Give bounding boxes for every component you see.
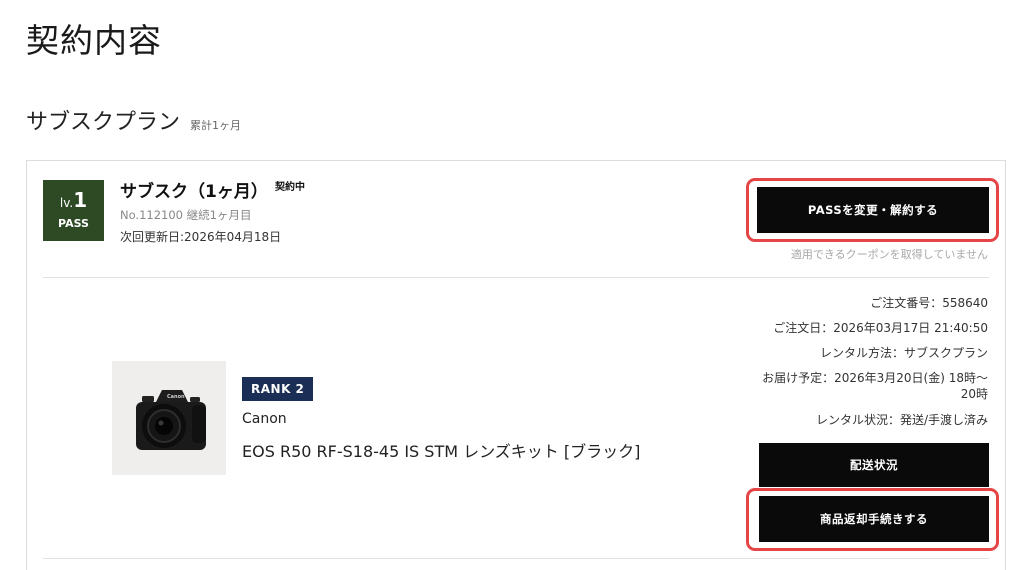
delivery-schedule-cont: 20時: [960, 387, 988, 401]
rental-method: レンタル方法：サブスクプラン: [819, 346, 988, 360]
pass-level-badge: lv.1 PASS: [43, 180, 104, 241]
pass-level-prefix: lv.: [59, 196, 74, 210]
pass-label: PASS: [58, 217, 89, 230]
page-title: 契約内容: [26, 21, 162, 60]
plan-status: 契約中: [275, 182, 305, 193]
pass-level-number: 1: [73, 188, 88, 212]
plan-section-header: サブスクプラン 累計1ヶ月: [26, 104, 241, 136]
rank-badge: RANK 2: [242, 377, 314, 401]
card-divider: [43, 277, 989, 278]
camera-icon: Canon: [136, 390, 206, 450]
coupon-note: 適用できるクーポンを取得していません: [790, 248, 988, 261]
next-renewal-date: 次回更新日:2026年04月18日: [120, 230, 282, 244]
delivery-schedule: お届け予定：2026年3月20日(金) 18時〜: [762, 371, 988, 385]
rental-status: レンタル状況：発送/手渡し済み: [815, 413, 988, 427]
product-image: Canon: [112, 361, 226, 475]
order-date: ご注文日：2026年03月17日 21:40:50: [773, 321, 988, 335]
change-pass-button[interactable]: PASSを変更・解約する: [757, 187, 989, 233]
card-bottom-divider: [43, 558, 989, 559]
plan-section-title: サブスクプラン: [26, 110, 181, 135]
order-number: ご注文番号：558640: [870, 296, 988, 310]
plan-section-subtitle: 累計1ヶ月: [190, 119, 242, 132]
plan-name: サブスク（1ヶ月）: [120, 182, 268, 202]
product-name: EOS R50 RF-S18-45 IS STM レンズキット [ブラック]: [242, 442, 641, 461]
product-brand: Canon: [242, 411, 287, 427]
camera-logo: Canon: [167, 394, 185, 400]
return-product-button[interactable]: 商品返却手続きする: [759, 496, 989, 542]
pass-level: lv.1: [43, 188, 104, 212]
shipping-status-button[interactable]: 配送状況: [759, 443, 989, 487]
subscription-card: lv.1 PASS サブスク（1ヶ月） 契約中 No.112100 継続1ヶ月目…: [26, 160, 1006, 570]
contract-page: 契約内容 サブスクプラン 累計1ヶ月 lv.1 PASS サブスク（1ヶ月） 契…: [0, 0, 1024, 570]
plan-number: No.112100 継続1ヶ月目: [120, 208, 252, 222]
